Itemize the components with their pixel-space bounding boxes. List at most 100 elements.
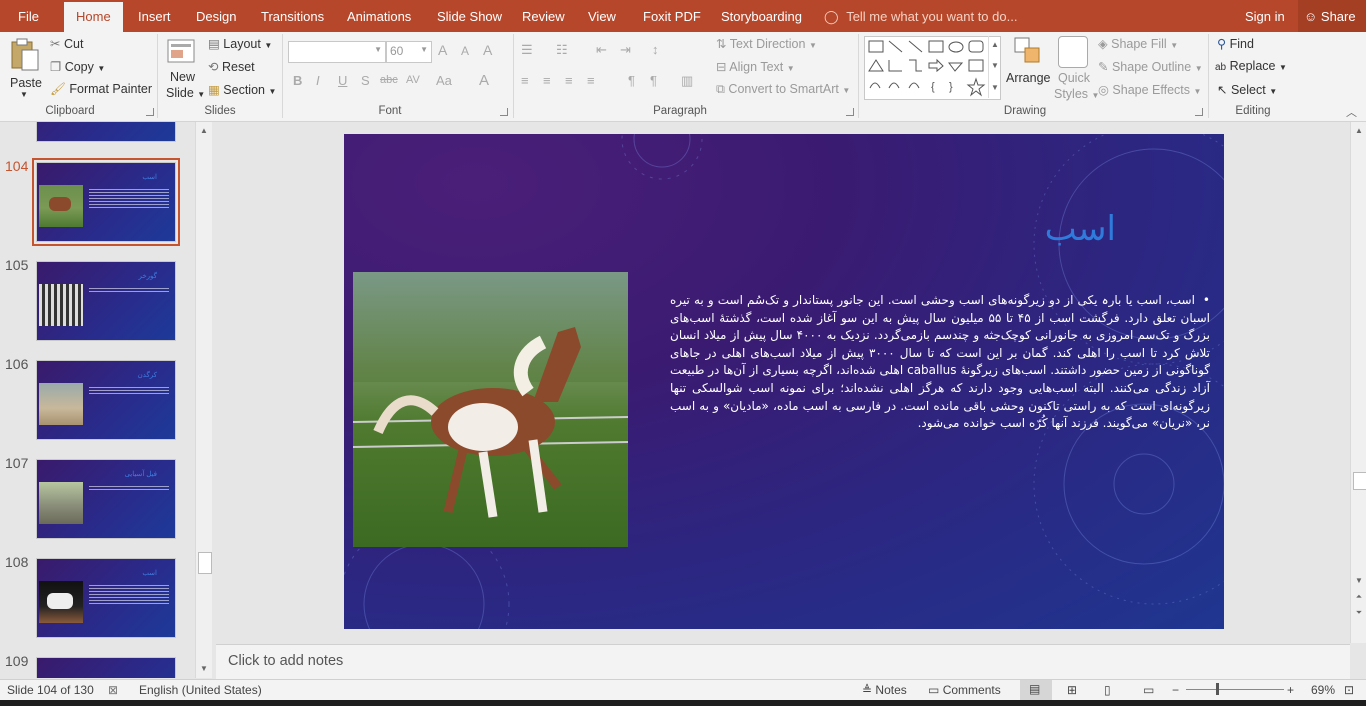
tab-transitions[interactable]: Transitions: [261, 0, 324, 32]
tab-design[interactable]: Design: [196, 0, 236, 32]
numbering-icon[interactable]: ☷: [556, 42, 568, 58]
scroll-down-icon[interactable]: ▼: [196, 664, 212, 673]
slide-sorter-view-button[interactable]: ⊞: [1067, 683, 1077, 697]
zoom-slider-handle[interactable]: [1216, 683, 1219, 695]
select-button[interactable]: ↖ Select ▼: [1217, 82, 1277, 97]
scrollbar-thumb[interactable]: [1353, 472, 1366, 490]
line-spacing-icon[interactable]: ↕: [652, 42, 659, 57]
clipboard-launcher-icon[interactable]: [146, 108, 154, 116]
text-direction-button[interactable]: ⇅ Text Direction ▼: [716, 36, 817, 51]
scrollbar-thumb[interactable]: [198, 552, 212, 574]
tab-storyboarding[interactable]: Storyboarding: [721, 0, 802, 32]
clear-format-icon[interactable]: A: [483, 42, 492, 58]
tab-animations[interactable]: Animations: [347, 0, 411, 32]
font-launcher-icon[interactable]: [500, 108, 508, 116]
slide-thumbnail[interactable]: کرگدن: [36, 360, 176, 440]
shrink-font-icon[interactable]: A: [461, 44, 469, 58]
notes-pane[interactable]: Click to add notes: [216, 644, 1350, 679]
cut-button[interactable]: ✂ Cut: [50, 36, 83, 51]
slide-scrollbar[interactable]: ▲ ▼ ⏶ ⏷: [1350, 122, 1366, 643]
tab-view[interactable]: View: [588, 0, 616, 32]
new-slide-button[interactable]: New Slide ▼: [164, 36, 205, 102]
bold-button[interactable]: B: [293, 73, 302, 88]
paste-button[interactable]: Paste ▼: [6, 38, 42, 104]
thumbnail-scrollbar[interactable]: ▲ ▼: [195, 122, 212, 678]
spell-check-icon[interactable]: ⊠: [108, 683, 118, 697]
scroll-up-icon[interactable]: ▲: [196, 126, 212, 135]
language-indicator[interactable]: English (United States): [139, 683, 262, 697]
scroll-down-icon[interactable]: ▼: [1351, 576, 1366, 585]
char-spacing-button[interactable]: AV: [406, 74, 420, 86]
slide-title[interactable]: اسب: [1045, 209, 1116, 249]
slide-thumbnail-selected[interactable]: اسب: [32, 158, 180, 246]
tab-file[interactable]: File: [0, 0, 57, 32]
zoom-slider[interactable]: [1186, 683, 1284, 695]
tell-me-box[interactable]: ◯ Tell me what you want to do...: [824, 0, 1017, 32]
slide-canvas[interactable]: اسب •اسب، اسب یا بارہ یکی از دو زیرگونه‌…: [344, 134, 1224, 629]
justify-icon[interactable]: ≡: [587, 73, 595, 88]
shapes-gallery-scroll[interactable]: ▲ ▼ ▼: [988, 36, 1001, 98]
tab-slide-show[interactable]: Slide Show: [437, 0, 502, 32]
section-button[interactable]: ▦ Section ▼: [208, 82, 276, 97]
sign-in-link[interactable]: Sign in: [1245, 0, 1285, 32]
drawing-launcher-icon[interactable]: [1195, 108, 1203, 116]
replace-button[interactable]: ab Replace ▼: [1215, 59, 1287, 73]
tab-foxit-pdf[interactable]: Foxit PDF: [643, 0, 701, 32]
slide-thumbnail[interactable]: فیل آسیایی: [36, 459, 176, 539]
italic-button[interactable]: I: [316, 73, 320, 88]
shapes-gallery[interactable]: {}: [864, 36, 1001, 100]
paragraph-launcher-icon[interactable]: [846, 108, 854, 116]
bullets-icon[interactable]: ☰: [521, 42, 533, 58]
share-button[interactable]: ☺ Share: [1298, 0, 1366, 32]
font-size-input[interactable]: 60 ▼: [386, 41, 432, 63]
font-color-button[interactable]: A: [479, 72, 489, 89]
slideshow-view-button[interactable]: ▭: [1143, 683, 1154, 697]
font-name-input[interactable]: ▼: [288, 41, 386, 63]
slide-thumbnail[interactable]: [36, 657, 176, 678]
layout-button[interactable]: ▤ Layout ▼: [208, 36, 272, 51]
underline-button[interactable]: U: [338, 73, 347, 88]
tab-insert[interactable]: Insert: [138, 0, 171, 32]
shadow-button[interactable]: S: [361, 73, 370, 88]
tab-home[interactable]: Home: [64, 2, 123, 32]
rtl-icon[interactable]: ¶: [650, 73, 657, 88]
copy-button[interactable]: ❐ Copy ▼: [50, 59, 105, 74]
tab-review[interactable]: Review: [522, 0, 565, 32]
slide-body-text[interactable]: •اسب، اسب یا بارہ یکی از دو زیرگونه‌های …: [670, 292, 1210, 433]
change-case-button[interactable]: Aa: [436, 73, 452, 88]
zoom-out-button[interactable]: −: [1172, 683, 1179, 697]
arrange-button[interactable]: Arrange: [1006, 36, 1052, 102]
decrease-indent-icon[interactable]: ⇤: [596, 42, 607, 58]
reset-button[interactable]: ⟲ Reset: [208, 59, 255, 74]
slide-thumbnail[interactable]: گورخر: [36, 261, 176, 341]
ltr-icon[interactable]: ¶: [628, 73, 635, 88]
convert-smartart-button[interactable]: ⧉ Convert to SmartArt ▼: [716, 82, 850, 97]
slide-thumbnail[interactable]: اسب: [36, 558, 176, 638]
shape-outline-button[interactable]: ✎ Shape Outline ▼: [1098, 59, 1203, 74]
increase-indent-icon[interactable]: ⇥: [620, 42, 631, 58]
previous-slide-icon[interactable]: ⏶: [1351, 592, 1366, 602]
align-right-icon[interactable]: ≡: [565, 73, 573, 88]
normal-view-button[interactable]: ▤: [1020, 680, 1052, 700]
quick-styles-button[interactable]: Quick Styles ▼: [1054, 36, 1099, 102]
slide-thumbnail[interactable]: [36, 122, 176, 142]
collapse-ribbon-icon[interactable]: ︿: [1346, 104, 1357, 120]
zoom-in-button[interactable]: +: [1287, 683, 1294, 697]
align-text-button[interactable]: ⊟ Align Text ▼: [716, 59, 795, 74]
format-painter-button[interactable]: 🖌 Format Painter: [50, 82, 152, 97]
align-center-icon[interactable]: ≡: [543, 73, 551, 88]
strikethrough-button[interactable]: abc: [380, 74, 398, 86]
shape-effects-button[interactable]: ◎ Shape Effects ▼: [1098, 82, 1201, 97]
shape-fill-button[interactable]: ◈ Shape Fill ▼: [1098, 36, 1178, 51]
reading-view-button[interactable]: ▯: [1104, 683, 1111, 697]
columns-icon[interactable]: ▥: [681, 73, 693, 89]
grow-font-icon[interactable]: A: [438, 42, 447, 58]
fit-slide-icon[interactable]: ⊡: [1344, 683, 1354, 697]
align-left-icon[interactable]: ≡: [521, 73, 529, 88]
zoom-level[interactable]: 69%: [1311, 683, 1335, 697]
notes-button[interactable]: ≜ Notes: [862, 683, 907, 697]
comments-button[interactable]: ▭ Comments: [928, 683, 1001, 697]
scroll-up-icon[interactable]: ▲: [1351, 126, 1366, 135]
next-slide-icon[interactable]: ⏷: [1351, 608, 1366, 618]
horse-image[interactable]: [353, 272, 628, 547]
